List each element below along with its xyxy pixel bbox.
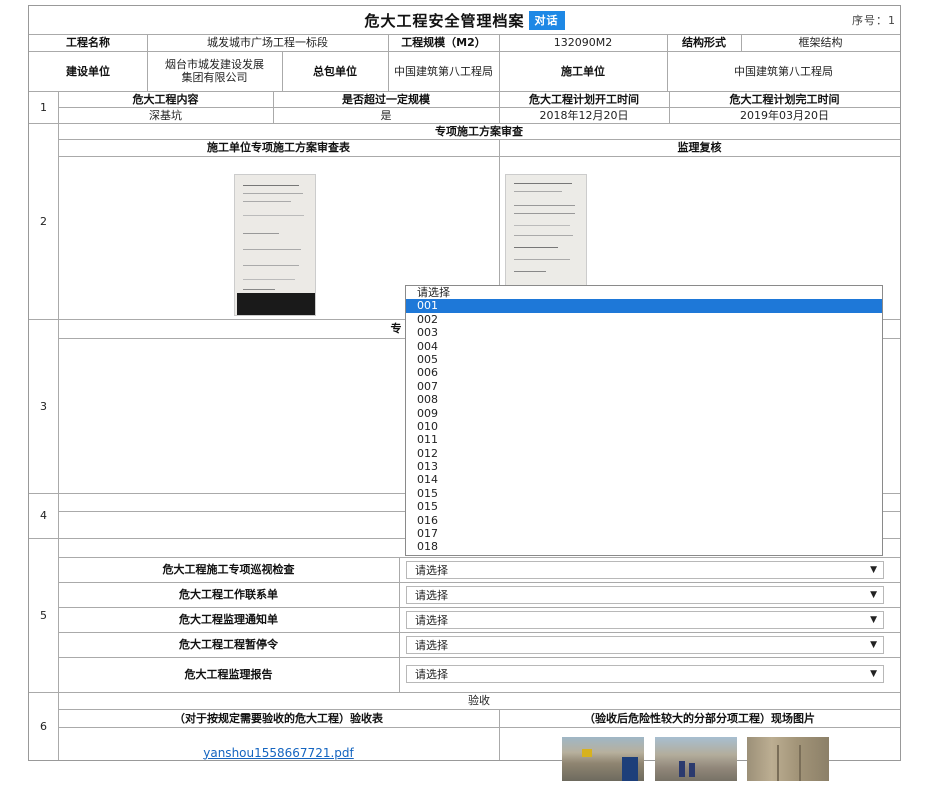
dropdown-option[interactable]: 018 bbox=[406, 540, 882, 553]
patrol-inspection-dropdown-list[interactable]: 请选择 001 002 003 004 005 006 007 008 009 010 011 012 0… bbox=[405, 285, 883, 556]
construction-review-table-header: 施工单位专项施工方案审查表 bbox=[207, 141, 350, 154]
review-table-photo[interactable] bbox=[234, 174, 316, 316]
dropdown-option[interactable]: 015 bbox=[406, 487, 882, 500]
sequence-number: 序号：1 bbox=[852, 14, 896, 27]
site-photos-header: （验收后危险性较大的分部分项工程）现场图片 bbox=[584, 711, 815, 725]
row-number-5: 5 bbox=[40, 608, 47, 622]
title-text: 危大工程安全管理档案 bbox=[364, 11, 525, 30]
acceptance-table-header: （对于按规定需要验收的危大工程）验收表 bbox=[174, 711, 383, 725]
dialog-button[interactable]: 对话 bbox=[528, 10, 565, 30]
supervision-notice-select[interactable]: 请选择 ▼ bbox=[406, 611, 884, 629]
chevron-down-icon: ▼ bbox=[870, 590, 877, 600]
row3-section-header: 专 bbox=[390, 322, 402, 335]
patrol-inspection-select[interactable]: 请选择 ▼ bbox=[406, 561, 884, 579]
dropdown-option[interactable]: 017 bbox=[406, 527, 882, 540]
site-photo-2[interactable] bbox=[655, 737, 737, 781]
row-number-3: 3 bbox=[40, 399, 47, 413]
site-photo-3[interactable] bbox=[747, 737, 829, 781]
dropdown-option[interactable]: 006 bbox=[406, 366, 882, 379]
acceptance-file-link[interactable]: yanshou1558667721.pdf bbox=[203, 746, 354, 760]
dropdown-option[interactable]: 005 bbox=[406, 353, 882, 366]
row-number-2: 2 bbox=[40, 214, 47, 228]
builder-label: 建设单位 bbox=[66, 64, 110, 78]
dangerous-content-value: 深基坑 bbox=[149, 108, 182, 122]
over-scale-header: 是否超过一定规模 bbox=[342, 92, 430, 106]
supervision-report-select-value: 请选择 bbox=[415, 668, 448, 681]
suspension-order-select[interactable]: 请选择 ▼ bbox=[406, 636, 884, 654]
dropdown-option[interactable]: 002 bbox=[406, 313, 882, 326]
dropdown-option[interactable]: 011 bbox=[406, 433, 882, 446]
row-number-4: 4 bbox=[40, 509, 47, 522]
supervision-review-header: 监理复核 bbox=[677, 141, 722, 154]
row-number-1: 1 bbox=[40, 100, 47, 114]
chevron-down-icon: ▼ bbox=[870, 615, 877, 625]
page-title: 危大工程安全管理档案 对话 bbox=[29, 6, 900, 34]
work-contact-sheet-select-value: 请选择 bbox=[415, 589, 448, 602]
supervision-notice-label: 危大工程监理通知单 bbox=[179, 613, 278, 626]
suspension-order-label: 危大工程工程暂停令 bbox=[179, 638, 278, 651]
general-contractor-label: 总包单位 bbox=[313, 64, 357, 78]
chevron-down-icon: ▼ bbox=[870, 669, 877, 679]
general-contractor-value: 中国建筑第八工程局 bbox=[394, 64, 493, 78]
scale-value: 132090M2 bbox=[553, 36, 613, 49]
dropdown-option[interactable]: 010 bbox=[406, 420, 882, 433]
chevron-down-icon: ▼ bbox=[870, 565, 877, 575]
acceptance-header: 验收 bbox=[468, 694, 490, 707]
work-contact-sheet-label: 危大工程工作联系单 bbox=[179, 588, 278, 601]
dropdown-option[interactable]: 013 bbox=[406, 460, 882, 473]
construct-unit-label: 施工单位 bbox=[561, 64, 605, 78]
row-number-6: 6 bbox=[40, 719, 47, 733]
supervision-notice-select-value: 请选择 bbox=[415, 614, 448, 627]
dropdown-option[interactable]: 014 bbox=[406, 473, 882, 486]
site-photo-1[interactable] bbox=[562, 737, 644, 781]
patrol-inspection-select-value: 请选择 bbox=[415, 564, 448, 577]
acceptance-file-cell: yanshou1558667721.pdf bbox=[58, 746, 499, 760]
builder-value: 烟台市城发建设发展集团有限公司 bbox=[165, 58, 264, 84]
supervision-report-label: 危大工程监理报告 bbox=[184, 668, 273, 681]
dropdown-option[interactable]: 016 bbox=[406, 514, 882, 527]
dropdown-option[interactable]: 012 bbox=[406, 447, 882, 460]
dropdown-option[interactable]: 001 bbox=[406, 299, 882, 313]
scale-label: 工程规模（M2） bbox=[401, 36, 486, 49]
over-scale-value: 是 bbox=[380, 108, 392, 122]
dropdown-option[interactable]: 007 bbox=[406, 380, 882, 393]
dropdown-option[interactable]: 015 bbox=[406, 500, 882, 513]
dropdown-option[interactable]: 请选择 bbox=[406, 286, 882, 299]
project-name-label: 工程名称 bbox=[66, 36, 110, 49]
dropdown-option[interactable]: 008 bbox=[406, 393, 882, 406]
structure-label: 结构形式 bbox=[682, 36, 726, 49]
dropdown-option[interactable]: 009 bbox=[406, 407, 882, 420]
project-name-value: 城发城市广场工程一标段 bbox=[207, 36, 328, 49]
construct-unit-value: 中国建筑第八工程局 bbox=[734, 64, 833, 78]
dangerous-content-header: 危大工程内容 bbox=[132, 92, 199, 106]
special-plan-review-header: 专项施工方案审查 bbox=[435, 124, 523, 138]
work-contact-sheet-select[interactable]: 请选择 ▼ bbox=[406, 586, 884, 604]
plan-start-header: 危大工程计划开工时间 bbox=[529, 92, 639, 106]
suspension-order-select-value: 请选择 bbox=[415, 639, 448, 652]
supervision-review-photo[interactable] bbox=[505, 174, 587, 289]
structure-value: 框架结构 bbox=[798, 36, 843, 49]
dropdown-option[interactable]: 003 bbox=[406, 326, 882, 339]
supervision-report-select[interactable]: 请选择 ▼ bbox=[406, 665, 884, 683]
plan-start-value: 2018年12月20日 bbox=[539, 108, 629, 122]
plan-end-value: 2019年03月20日 bbox=[740, 108, 829, 122]
patrol-inspection-label: 危大工程施工专项巡视检查 bbox=[162, 563, 295, 576]
dropdown-option[interactable]: 004 bbox=[406, 340, 882, 353]
chevron-down-icon: ▼ bbox=[870, 640, 877, 650]
plan-end-header: 危大工程计划完工时间 bbox=[729, 92, 840, 106]
